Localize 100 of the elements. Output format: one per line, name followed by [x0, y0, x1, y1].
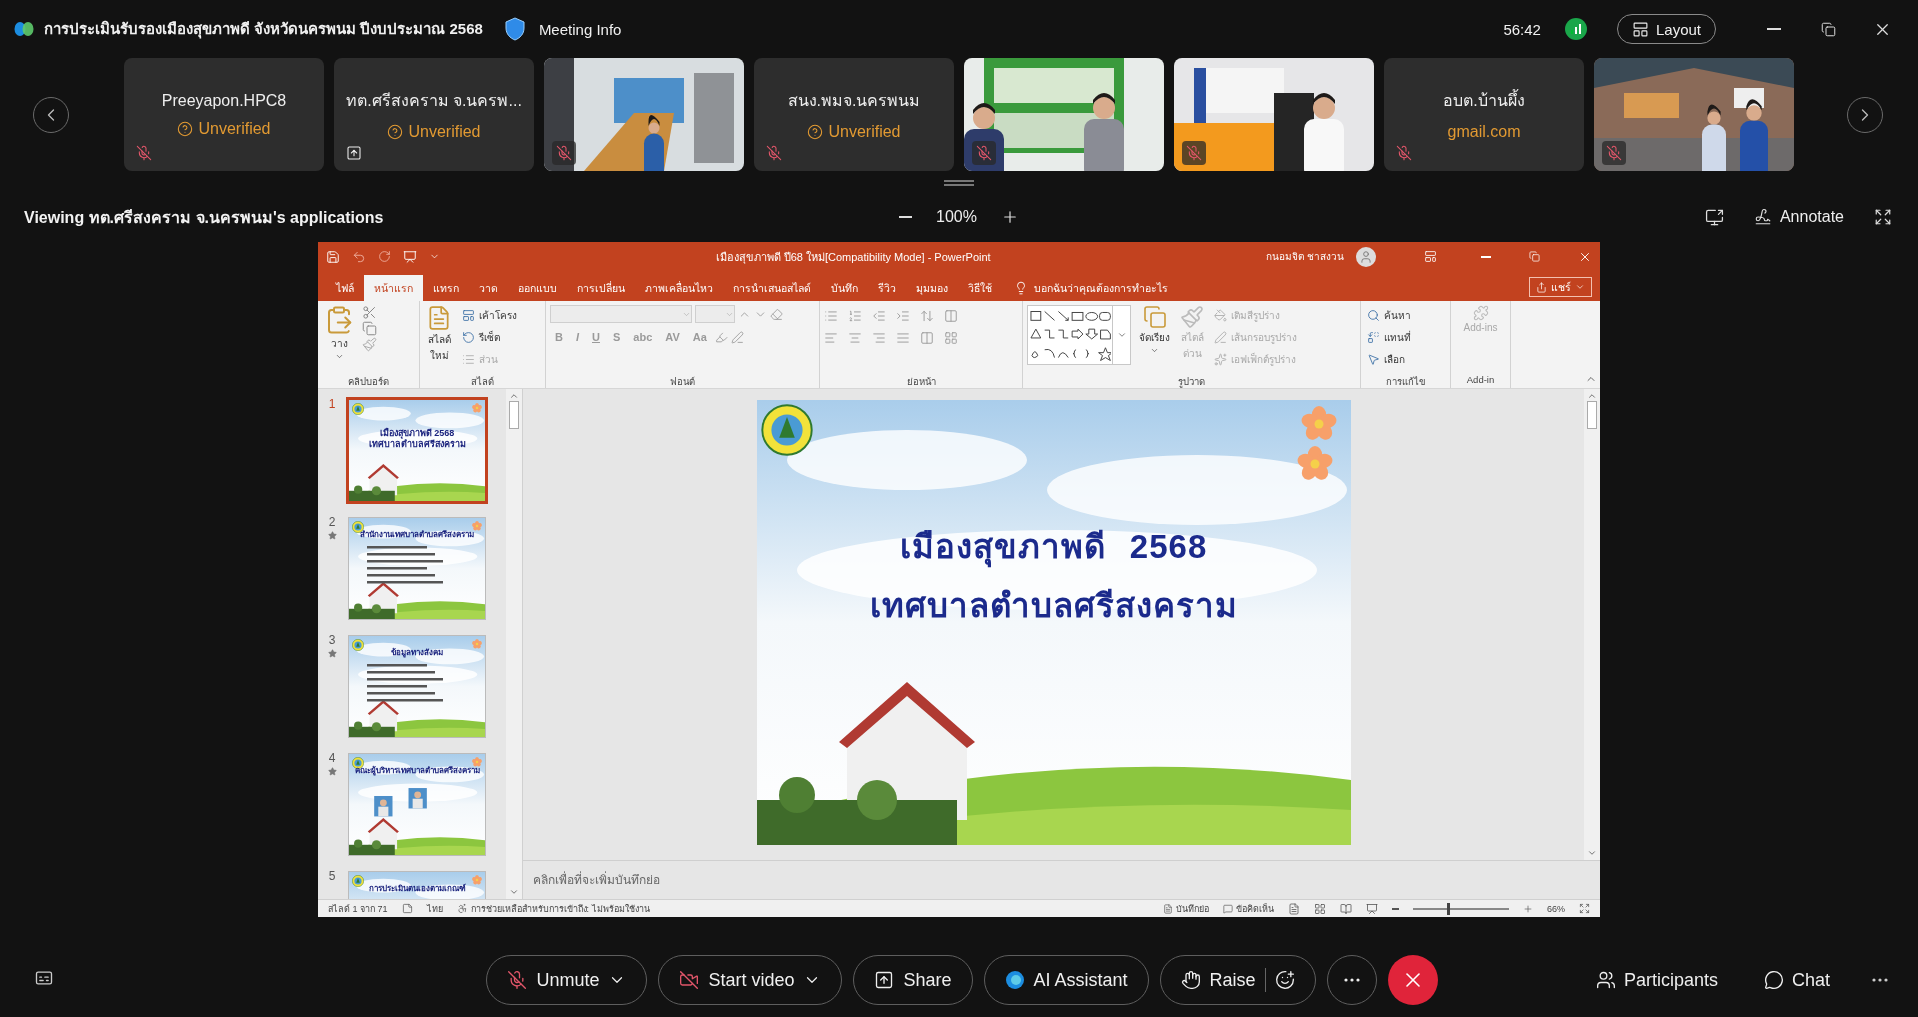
- plus-icon[interactable]: [1523, 903, 1533, 914]
- scroll-up-icon[interactable]: [1587, 391, 1597, 401]
- zoom-slider-thumb[interactable]: [1446, 902, 1450, 915]
- editing-button[interactable]: ค้นหา: [1365, 305, 1413, 326]
- accessibility-status[interactable]: การช่วยเหลือสำหรับการเข้าถึง: ไม่พร้อมใช้งาน: [456, 901, 650, 916]
- paragraph-tool-icon[interactable]: [920, 331, 934, 345]
- font-name-field[interactable]: [550, 305, 692, 323]
- ribbon-tab[interactable]: แทรก: [423, 275, 469, 301]
- ribbon-tab[interactable]: ไฟล์: [326, 275, 364, 301]
- slide-thumbnail[interactable]: สำนักงานเทศบาลตำบลศรีสงคราม: [348, 517, 486, 620]
- normal-view-icon[interactable]: [1288, 902, 1300, 915]
- toolbar-button[interactable]: Share: [853, 955, 973, 1005]
- annotate-button[interactable]: Annotate: [1747, 207, 1850, 227]
- editing-button[interactable]: แทนที่: [1365, 327, 1413, 348]
- scissors-icon[interactable]: [362, 305, 377, 320]
- ribbon-tab[interactable]: ออกแบบ: [508, 275, 567, 301]
- chat-icon: [1763, 970, 1784, 990]
- notes-edit-icon[interactable]: [401, 903, 413, 914]
- restore-icon[interactable]: [1529, 251, 1540, 262]
- slide-thumbnail[interactable]: การประเมินตนเองตามเกณฑ์: [348, 871, 486, 899]
- star-icon: [327, 649, 337, 658]
- comment-icon: [1223, 903, 1233, 914]
- shape-gallery[interactable]: [1027, 305, 1131, 365]
- scroll-down-icon[interactable]: [1587, 848, 1597, 858]
- scroll-down-icon[interactable]: [509, 887, 519, 897]
- chat-button[interactable]: Chat: [1757, 968, 1836, 992]
- highlighter-icon[interactable]: [714, 330, 728, 344]
- ribbon-tab[interactable]: หน้าแรก: [364, 275, 423, 301]
- toolbar-button[interactable]: AI Assistant: [983, 955, 1149, 1005]
- paragraph-tool-icon[interactable]: [848, 309, 862, 323]
- paragraph-tool-icon[interactable]: [824, 331, 838, 345]
- redo-icon[interactable]: [378, 250, 391, 263]
- zoom-level: 100%: [936, 208, 977, 226]
- paragraph-tool-icon[interactable]: [944, 309, 958, 323]
- leave-button[interactable]: [1387, 955, 1438, 1005]
- arrange-icon: [1142, 305, 1167, 329]
- ribbon-tab[interactable]: การนำเสนอสไลด์: [723, 275, 821, 301]
- ribbon-tab[interactable]: วาด: [469, 275, 508, 301]
- paragraph-tool-icon[interactable]: [896, 309, 910, 323]
- minimize-icon[interactable]: [1481, 255, 1491, 258]
- minus-icon[interactable]: [1392, 907, 1399, 910]
- toolbar-button[interactable]: Unmute: [486, 955, 648, 1005]
- participant-tile[interactable]: Preeyapon.HPC8 Unverified: [124, 58, 324, 171]
- zoom-percent[interactable]: 66%: [1547, 903, 1565, 914]
- star-icon: [327, 767, 337, 776]
- mic-off-icon: [766, 145, 782, 161]
- ribbon-tab[interactable]: มุมมอง: [906, 275, 958, 301]
- arrange-button[interactable]: จัดเรียง: [1137, 305, 1172, 355]
- ribbon-tab[interactable]: วิธีใช้: [958, 275, 1002, 301]
- scrollbar-thumb[interactable]: [1587, 401, 1597, 429]
- meeting-info-link[interactable]: Meeting Info: [538, 20, 622, 38]
- share-button[interactable]: แชร์: [1529, 277, 1592, 297]
- font-color-icon[interactable]: [730, 330, 744, 344]
- slideshow-view-icon[interactable]: [1366, 902, 1378, 915]
- scrollbar-thumb[interactable]: [509, 401, 519, 429]
- participant-tile[interactable]: อบต.บ้านผึ้ง gmail.com: [1384, 58, 1584, 171]
- ribbon-tab[interactable]: ภาพเคลื่อนไหว: [635, 275, 723, 301]
- ribbon-display-icon[interactable]: [1424, 250, 1437, 263]
- ribbon-tab[interactable]: การเปลี่ยน: [567, 275, 635, 301]
- slide-option-button[interactable]: รีเซ็ต: [460, 327, 519, 348]
- sorter-view-icon[interactable]: [1314, 902, 1326, 915]
- slideshow-icon[interactable]: [403, 249, 417, 264]
- paste-button[interactable]: วาง: [322, 305, 356, 361]
- slide-thumbnail[interactable]: ข้อมูลทางสังคม: [348, 635, 486, 738]
- participants-button[interactable]: Participants: [1589, 968, 1724, 992]
- resize-handle[interactable]: [944, 180, 974, 186]
- comments-button[interactable]: ข้อคิดเห็น: [1223, 901, 1274, 916]
- slide-thumbnail[interactable]: เมืองสุขภาพดี 2568 เทศบาลตำบลศรีสงคราม: [346, 397, 488, 504]
- undo-icon[interactable]: [352, 249, 366, 264]
- paragraph-tool-icon[interactable]: [872, 309, 886, 323]
- fit-icon[interactable]: [1579, 903, 1590, 914]
- ribbon-tab[interactable]: รีวิว: [868, 275, 906, 301]
- slide-thumbnail[interactable]: คณะผู้บริหารเทศบาลตำบลศรีสงคราม: [348, 753, 486, 856]
- editing-icon: [1367, 309, 1380, 322]
- toolbar-button[interactable]: Start video: [658, 955, 843, 1005]
- avatar-icon[interactable]: [1356, 246, 1376, 267]
- paragraph-tool-icon[interactable]: [944, 331, 958, 345]
- paragraph-tool-icon[interactable]: [872, 331, 886, 345]
- participant-tile[interactable]: สนง.พมจ.นครพนม Unverified: [754, 58, 954, 171]
- paragraph-tool-icon[interactable]: [848, 331, 862, 345]
- tell-me-field[interactable]: บอกฉันว่าคุณต้องการทำอะไร: [1034, 279, 1168, 297]
- participant-tile[interactable]: ทต.ศรีสงคราม จ.นครพ... Unverified: [334, 58, 534, 171]
- notes-button[interactable]: บันทึกย่อ: [1163, 901, 1209, 916]
- editing-button[interactable]: เลือก: [1365, 349, 1413, 370]
- slide-option-button[interactable]: เค้าโครง: [460, 305, 519, 326]
- thumbnail-title: ข้อมูลทางสังคม: [391, 648, 443, 658]
- toolbar-button[interactable]: Raise: [1159, 955, 1316, 1005]
- save-icon[interactable]: [326, 249, 340, 264]
- brush-icon[interactable]: [362, 337, 377, 352]
- new-slide-button[interactable]: สไลด์ ใหม่: [424, 305, 454, 363]
- reading-view-icon[interactable]: [1340, 902, 1352, 915]
- paragraph-tool-icon[interactable]: [824, 309, 838, 323]
- paragraph-tool-icon[interactable]: [920, 309, 934, 323]
- font-size-field[interactable]: [695, 305, 735, 323]
- scroll-up-icon[interactable]: [509, 391, 519, 401]
- eraser-icon[interactable]: [770, 307, 783, 321]
- copy-icon[interactable]: [362, 321, 377, 336]
- ribbon-tab[interactable]: บันทึก: [821, 275, 868, 301]
- more-button[interactable]: [1870, 976, 1890, 984]
- paragraph-tool-icon[interactable]: [896, 331, 910, 345]
